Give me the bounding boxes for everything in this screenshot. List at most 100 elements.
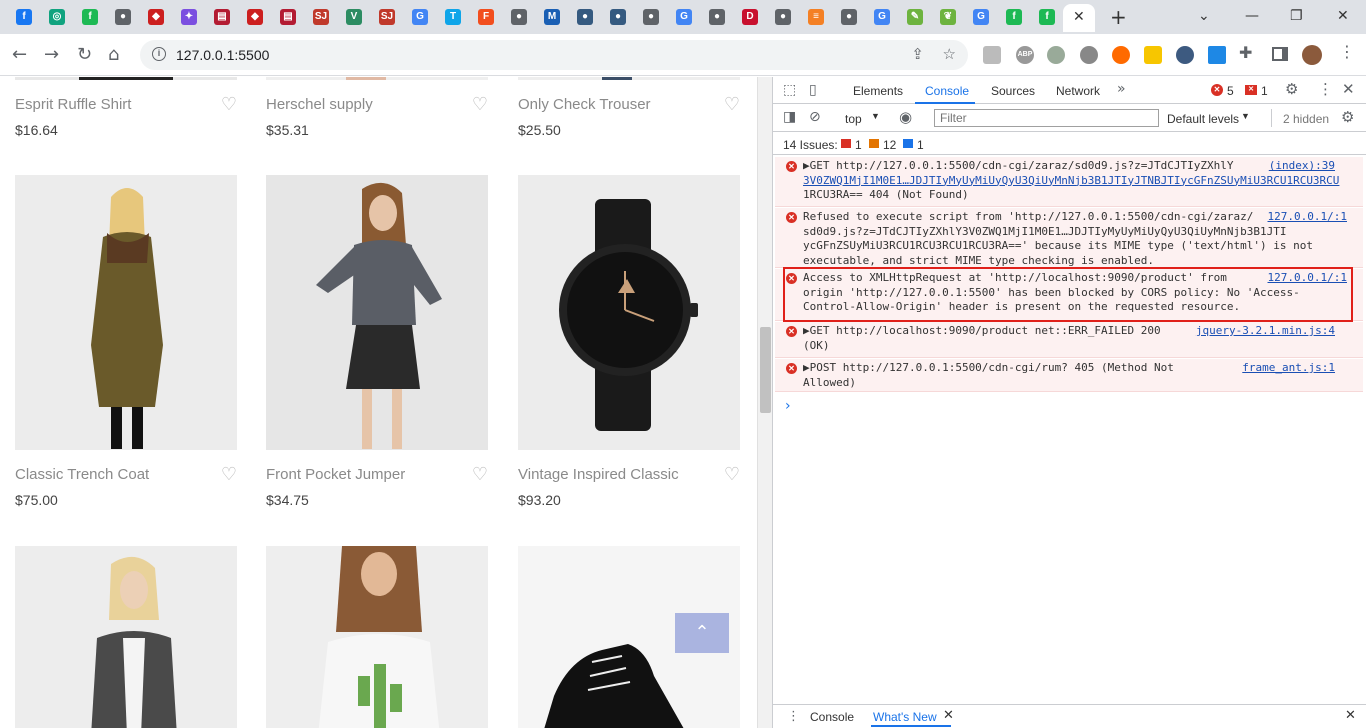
address-bar[interactable]: i 127.0.0.1:5500 ⇪ ☆ xyxy=(140,40,968,70)
close-tab-icon[interactable]: ✕ xyxy=(943,708,954,723)
drawer-tab-console[interactable]: Console xyxy=(810,710,854,724)
heart-icon[interactable]: ♡ xyxy=(724,464,740,485)
side-panel-icon[interactable] xyxy=(1272,47,1288,61)
issues-icon[interactable]: ✕ xyxy=(1245,85,1257,95)
browser-tab[interactable]: ✎ xyxy=(898,4,931,32)
heart-icon[interactable]: ♡ xyxy=(724,94,740,115)
browser-tab[interactable]: G xyxy=(403,4,436,32)
avatar[interactable] xyxy=(1302,45,1322,65)
error-icon[interactable]: ✕ xyxy=(1211,84,1223,96)
more-options-icon[interactable]: ⋮ xyxy=(1318,80,1333,98)
extension-icon[interactable] xyxy=(1208,46,1226,64)
console-prompt-chevron-icon[interactable]: › xyxy=(785,398,791,414)
issue-count[interactable]: 1 xyxy=(1261,84,1268,98)
browser-tab[interactable]: ● xyxy=(634,4,667,32)
scrollbar-thumb[interactable] xyxy=(760,327,771,413)
browser-tab[interactable]: ≡ xyxy=(799,4,832,32)
error-count[interactable]: 5 xyxy=(1227,84,1234,98)
context-selector[interactable]: top xyxy=(845,112,862,126)
maximize-button[interactable]: ❐ xyxy=(1290,6,1303,26)
adblock-extension-icon[interactable]: ABP xyxy=(1016,46,1034,64)
console-error-message[interactable]: ✕ ▶POST http://127.0.0.1:5500/cdn-cgi/ru… xyxy=(775,359,1363,392)
issues-label[interactable]: 14 Issues: xyxy=(783,138,838,152)
keep-extension-icon[interactable] xyxy=(1144,46,1162,64)
browser-tab[interactable]: ● xyxy=(700,4,733,32)
source-link[interactable]: 127.0.0.1/:1 xyxy=(1268,210,1347,225)
product-image[interactable] xyxy=(266,175,488,450)
message-line[interactable]: 3V0ZWQ1MjI1M0E1…JDJTIyMyUyMiUyQyU3QiUyMn… xyxy=(803,174,1363,189)
issue-error-count[interactable]: 1 xyxy=(855,138,862,152)
browser-tab[interactable]: ● xyxy=(502,4,535,32)
product-image[interactable] xyxy=(15,77,237,80)
inspect-element-icon[interactable]: ⬚ xyxy=(783,82,796,98)
heart-icon[interactable]: ♡ xyxy=(472,94,488,115)
console-error-message[interactable]: ✕ Refused to execute script from 'http:/… xyxy=(775,208,1363,268)
browser-tab[interactable]: f xyxy=(1030,4,1063,32)
sidebar-toggle-icon[interactable]: ◨ xyxy=(783,109,796,125)
browser-tab[interactable]: ❦ xyxy=(931,4,964,32)
browser-tab[interactable]: ● xyxy=(568,4,601,32)
share-icon[interactable]: ⇪ xyxy=(911,45,924,63)
drawer-tab-whats-new[interactable]: What's New xyxy=(873,710,937,724)
close-drawer-icon[interactable]: ✕ xyxy=(1345,708,1356,723)
browser-tab[interactable]: ● xyxy=(766,4,799,32)
source-link[interactable]: jquery-3.2.1.min.js:4 xyxy=(1196,324,1335,339)
browser-tab[interactable]: ● xyxy=(106,4,139,32)
log-levels-dropdown[interactable]: Default levels xyxy=(1167,112,1239,126)
home-button[interactable]: ⌂ xyxy=(108,43,119,67)
browser-tab[interactable]: ● xyxy=(832,4,865,32)
product-image[interactable] xyxy=(518,77,740,80)
close-tab-icon[interactable]: ✕ xyxy=(1073,8,1085,25)
browser-tab[interactable]: G xyxy=(667,4,700,32)
product-image[interactable] xyxy=(518,175,740,450)
browser-tab[interactable]: M xyxy=(535,4,568,32)
drawer-menu-icon[interactable]: ⋮ xyxy=(787,709,800,724)
product-image[interactable] xyxy=(15,175,237,450)
browser-tab[interactable]: f xyxy=(73,4,106,32)
browser-tab[interactable]: V xyxy=(337,4,370,32)
site-info-icon[interactable]: i xyxy=(152,47,166,61)
heart-icon[interactable]: ♡ xyxy=(221,464,237,485)
new-tab-button[interactable]: + xyxy=(1110,4,1127,30)
issue-warning-count[interactable]: 12 xyxy=(883,138,896,152)
eye-icon[interactable]: ◉ xyxy=(899,108,912,126)
browser-tab[interactable]: ◆ xyxy=(139,4,172,32)
product-name[interactable]: Classic Trench Coat xyxy=(15,466,149,483)
browser-tab[interactable]: G xyxy=(964,4,997,32)
tab-sources[interactable]: Sources xyxy=(991,84,1035,98)
source-link[interactable]: (index):39 xyxy=(1269,159,1335,174)
extension-icon[interactable] xyxy=(1080,46,1098,64)
scroll-to-top-button[interactable]: ⌃ xyxy=(675,613,729,653)
browser-tab[interactable]: ▤ xyxy=(271,4,304,32)
reload-button[interactable]: ↻ xyxy=(77,43,92,67)
close-devtools-icon[interactable]: ✕ xyxy=(1342,80,1355,98)
console-error-message[interactable]: ✕ ▶GET http://localhost:9090/product net… xyxy=(775,322,1363,358)
browser-tab[interactable]: SJ xyxy=(304,4,337,32)
shield-extension-icon[interactable] xyxy=(983,46,1001,64)
console-filter-input[interactable] xyxy=(934,109,1159,127)
bookmark-star-icon[interactable]: ☆ xyxy=(943,45,956,63)
browser-tab[interactable]: ◎ xyxy=(40,4,73,32)
extension-icon[interactable] xyxy=(1176,46,1194,64)
product-name[interactable]: Esprit Ruffle Shirt xyxy=(15,96,131,113)
browser-tab[interactable]: ● xyxy=(601,4,634,32)
browser-tab[interactable]: f xyxy=(7,4,40,32)
browser-tab[interactable]: ✦ xyxy=(172,4,205,32)
tab-search-chevron-icon[interactable]: ⌄ xyxy=(1198,6,1210,26)
page-scrollbar[interactable] xyxy=(757,77,772,728)
browser-tab[interactable]: G xyxy=(865,4,898,32)
console-settings-gear-icon[interactable]: ⚙ xyxy=(1341,108,1354,126)
heart-icon[interactable]: ♡ xyxy=(221,94,237,115)
active-browser-tab[interactable]: ✕ xyxy=(1063,4,1095,32)
more-tabs-icon[interactable]: » xyxy=(1117,81,1126,97)
product-name[interactable]: Vintage Inspired Classic xyxy=(518,466,679,483)
back-button[interactable]: ← xyxy=(12,43,27,67)
issue-info-count[interactable]: 1 xyxy=(917,138,924,152)
source-link[interactable]: frame_ant.js:1 xyxy=(1242,361,1335,376)
console-error-message[interactable]: ✕ ▶GET http://127.0.0.1:5500/cdn-cgi/zar… xyxy=(775,157,1363,207)
issues-bar[interactable]: 14 Issues: 1 12 1 xyxy=(773,133,1366,155)
product-image[interactable] xyxy=(266,77,488,80)
caret-down-icon[interactable]: ▼ xyxy=(871,111,880,121)
product-name[interactable]: Only Check Trouser xyxy=(518,96,651,113)
browser-tab[interactable]: T xyxy=(436,4,469,32)
